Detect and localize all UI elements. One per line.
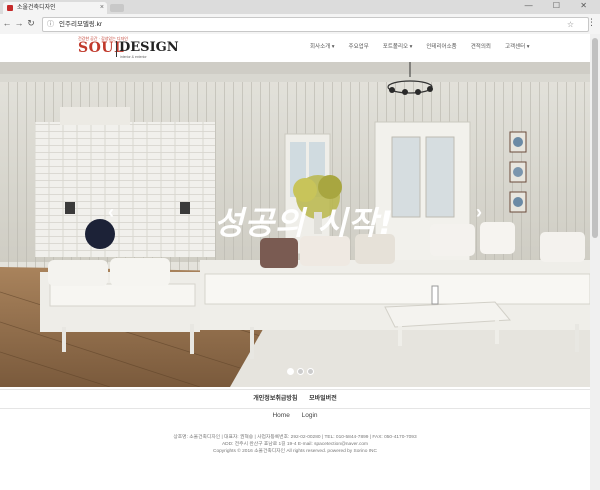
- nav-item-portfolio[interactable]: 포트폴리오 ▾: [383, 42, 413, 50]
- back-icon[interactable]: ←: [2, 18, 12, 28]
- hero-slider: ‹ › 성공의 시작!: [0, 62, 590, 387]
- forward-icon[interactable]: →: [14, 18, 24, 28]
- company-info-line: ADD: 전주시 완산구 효남로 1길 19-4 E-mail: spacete…: [221, 442, 369, 447]
- nav-item-estimate[interactable]: 견적의뢰: [471, 42, 491, 50]
- nav-item-support[interactable]: 고객센터 ▾: [505, 42, 530, 50]
- window-controls[interactable]: — ☐ ✕: [525, 1, 596, 10]
- browser-menu-icon[interactable]: ⋮: [587, 17, 596, 28]
- url-text: 인주리모델링.kr: [59, 21, 103, 28]
- url-field[interactable]: ⓘ 인주리모델링.kr ☆: [42, 17, 589, 32]
- close-tab-icon[interactable]: ×: [100, 2, 104, 14]
- tab-title: 소울건축디자인: [17, 5, 56, 11]
- logo-subtitle: interior & exterior: [120, 55, 147, 59]
- logo-brand-right: DESIGN: [119, 40, 179, 55]
- nav-item-services[interactable]: 주요업무: [349, 42, 369, 50]
- privacy-policy-link[interactable]: 개인정보취급방침: [253, 396, 297, 402]
- browser-tab-bar: 소울건축디자인 × — ☐ ✕: [0, 0, 600, 14]
- company-info-line: 상호명: 소울건축디자인 | 대표자: 권혁승 | 사업자등록번호: 292-0…: [173, 435, 417, 440]
- company-info: 상호명: 소울건축디자인 | 대표자: 권혁승 | 사업자등록번호: 292-0…: [0, 434, 590, 455]
- slider-dot[interactable]: [297, 368, 304, 375]
- mobile-version-link[interactable]: 모바일버전: [309, 396, 337, 402]
- scrollbar-thumb[interactable]: [592, 38, 598, 238]
- browser-tab[interactable]: 소울건축디자인 ×: [3, 2, 107, 14]
- reload-icon[interactable]: ↻: [26, 18, 36, 29]
- bottom-nav: Home Login: [0, 412, 590, 419]
- copyright-line: Copyrights © 2016 소울건축디자인 All rights res…: [212, 449, 377, 454]
- home-link[interactable]: Home: [272, 412, 289, 419]
- hero-headline: 성공의 시작!: [214, 204, 394, 242]
- next-slide-arrow-icon[interactable]: ›: [476, 202, 482, 223]
- logo-brand-left: SOUL: [78, 40, 125, 56]
- slider-pagination: [287, 368, 314, 375]
- login-link[interactable]: Login: [302, 412, 318, 419]
- main-nav: 회사소개 ▾ 주요업무 포트폴리오 ▾ 인테리어소품 견적의뢰 고객센터 ▾: [310, 42, 544, 50]
- new-tab-button[interactable]: [110, 4, 124, 12]
- favicon-icon: [7, 5, 13, 11]
- nav-item-about[interactable]: 회사소개 ▾: [310, 42, 335, 50]
- page-scrollbar[interactable]: [590, 34, 600, 490]
- prev-slide-arrow-icon[interactable]: ‹: [108, 202, 114, 223]
- address-bar: ← → ↻ ⓘ 인주리모델링.kr ☆ ⋮: [0, 14, 600, 35]
- logo-divider: [116, 41, 117, 57]
- nav-item-interior-goods[interactable]: 인테리어소품: [426, 42, 456, 50]
- page-info-icon[interactable]: ⓘ: [47, 18, 54, 31]
- slider-dot[interactable]: [287, 368, 294, 375]
- site-header: 건강한 공간 · 감성있는 디자인 SOUL DESIGN interior &…: [0, 34, 600, 62]
- footer-links: 개인정보취급방침 모바일버전: [0, 389, 590, 409]
- slider-dot[interactable]: [307, 368, 314, 375]
- bookmark-star-icon[interactable]: ☆: [567, 18, 574, 31]
